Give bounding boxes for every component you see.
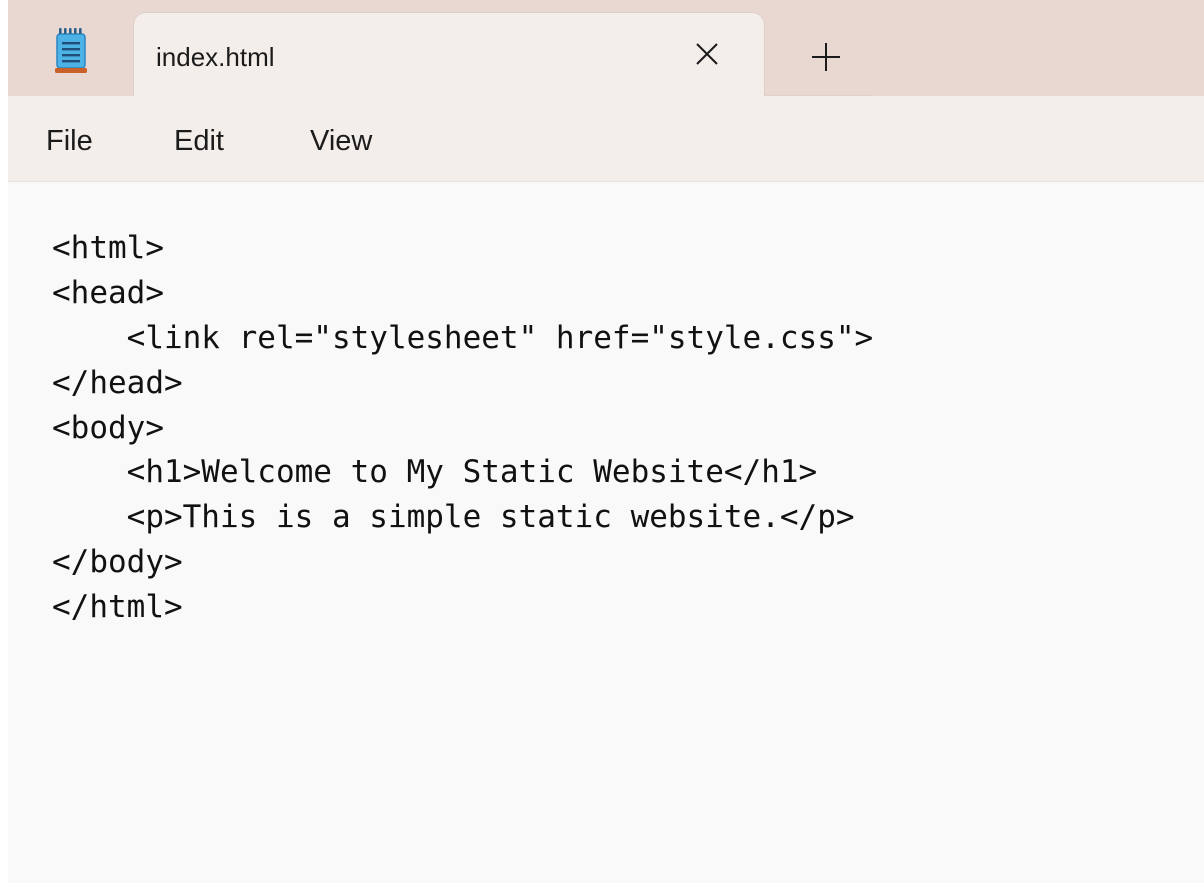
menu-view[interactable]: View	[310, 125, 372, 158]
editor-content[interactable]: <html> <head> <link rel="stylesheet" href…	[52, 226, 873, 630]
plus-icon[interactable]	[808, 39, 844, 75]
code-line: </html>	[52, 589, 183, 626]
code-line: <h1>Welcome to My Static Website</h1>	[52, 454, 818, 491]
code-line: </head>	[52, 364, 183, 401]
title-bar: index.html	[8, 0, 1204, 96]
tab-title: index.html	[156, 42, 275, 72]
menu-file[interactable]: File	[46, 125, 93, 158]
code-line: <body>	[52, 409, 164, 446]
notepad-icon	[55, 28, 87, 73]
code-line: <p>This is a simple static website.</p>	[52, 499, 855, 536]
text-editor[interactable]: <html> <head> <link rel="stylesheet" href…	[8, 182, 1204, 883]
code-line: <link rel="stylesheet" href="style.css">	[52, 319, 874, 356]
tab-index-html[interactable]: index.html	[134, 13, 764, 96]
code-line: </body>	[52, 544, 183, 581]
notepad-window: index.html File Edit View <html> <head> <…	[8, 0, 1204, 883]
menu-bar: File Edit View	[8, 96, 1204, 182]
code-line: <html>	[52, 230, 164, 266]
menu-edit[interactable]: Edit	[174, 125, 224, 158]
close-icon[interactable]	[690, 37, 724, 71]
code-line: <head>	[52, 274, 164, 311]
